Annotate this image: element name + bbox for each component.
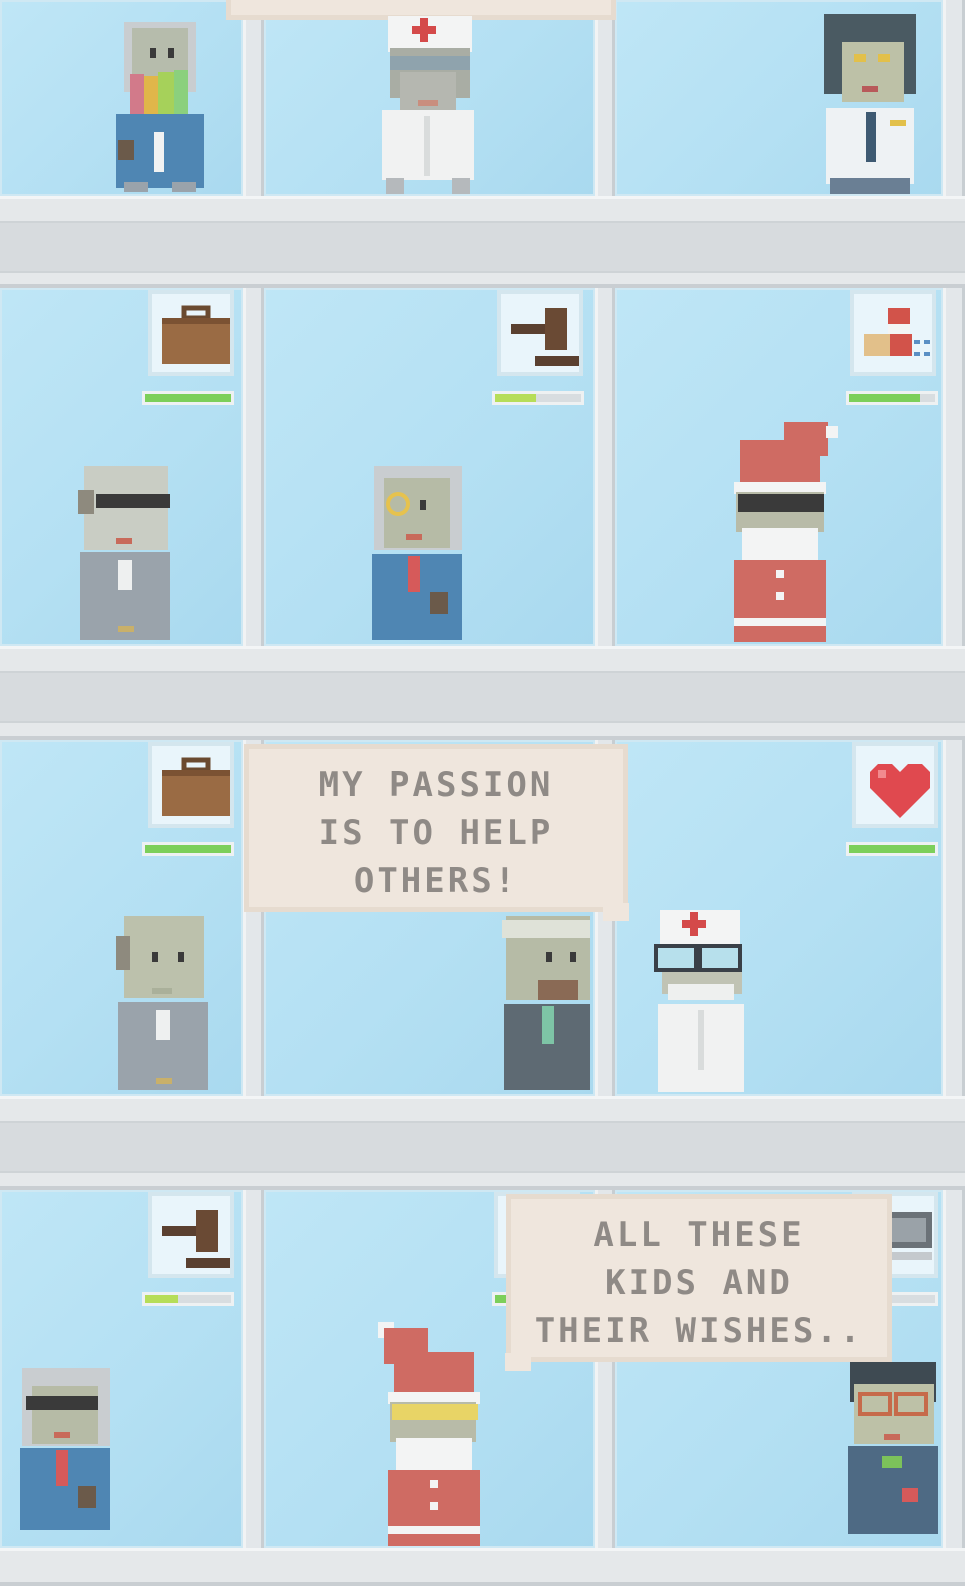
pillar xyxy=(243,1190,264,1548)
pillar xyxy=(943,1190,965,1548)
job-icon-box[interactable] xyxy=(148,1192,234,1278)
job-icon-box[interactable] xyxy=(148,290,234,376)
santa-sleigh-icon xyxy=(864,308,930,356)
floor-slab xyxy=(0,1096,965,1190)
character-bald-gray-suit[interactable] xyxy=(116,914,212,1100)
floor-slab xyxy=(0,1548,965,1586)
character-glasses-sweater[interactable] xyxy=(846,1360,940,1542)
speech-line: IS TO HELP xyxy=(318,813,554,853)
speech-bubble-wishes[interactable]: ALL THESE KIDS AND THEIR WISHES.. xyxy=(505,1194,892,1371)
job-progress-bar xyxy=(846,842,938,856)
character-santa-sunglasses[interactable] xyxy=(730,422,840,650)
job-progress-bar xyxy=(142,842,234,856)
character-monocle-blue-suit[interactable] xyxy=(370,464,466,650)
pillar xyxy=(243,288,264,646)
building-scene: MY PASSION IS TO HELP OTHERS! ALL THESE … xyxy=(0,0,965,1586)
gavel-icon xyxy=(511,308,579,366)
speech-line: THEIR WISHES.. xyxy=(534,1311,864,1351)
character-santa-yellow-shades[interactable] xyxy=(374,1322,484,1552)
floor-slab xyxy=(0,196,965,288)
speech-line: ALL THESE xyxy=(593,1215,805,1255)
job-icon-box[interactable] xyxy=(148,742,234,828)
pillar xyxy=(243,0,264,196)
job-icon-box[interactable] xyxy=(850,290,936,376)
speech-bubble-passion[interactable]: MY PASSION IS TO HELP OTHERS! xyxy=(244,744,629,921)
gavel-icon xyxy=(162,1210,230,1268)
progress-fill xyxy=(145,845,231,853)
character-doctor-sunglasses[interactable] xyxy=(378,12,478,200)
pillar xyxy=(943,740,965,1096)
speech-line: MY PASSION xyxy=(318,765,554,805)
job-icon-box[interactable] xyxy=(852,742,938,828)
character-dark-hair-pilot[interactable] xyxy=(820,12,920,200)
character-sunglasses-gray-suit[interactable] xyxy=(78,464,174,650)
progress-fill xyxy=(145,394,231,402)
job-icon-box[interactable] xyxy=(497,290,583,376)
briefcase-icon xyxy=(162,305,230,364)
job-progress-bar xyxy=(846,391,938,405)
pillar xyxy=(943,0,965,196)
character-sunglasses-blue-suit[interactable] xyxy=(18,1366,114,1538)
progress-fill xyxy=(495,394,537,402)
job-progress-bar xyxy=(492,391,584,405)
character-rainbow-beard-businessman[interactable] xyxy=(110,14,210,198)
job-progress-bar xyxy=(142,1292,234,1306)
job-progress-bar xyxy=(142,391,234,405)
pillar xyxy=(595,288,615,646)
character-bearded-gray-suit[interactable] xyxy=(502,914,594,1100)
speech-line: OTHERS! xyxy=(353,861,519,901)
floor-slab xyxy=(0,646,965,740)
pillar xyxy=(943,288,965,646)
pillar xyxy=(595,0,615,196)
progress-fill xyxy=(849,845,935,853)
progress-fill xyxy=(145,1295,178,1303)
progress-fill xyxy=(849,394,920,402)
speech-line: KIDS AND xyxy=(605,1263,793,1303)
character-doctor-glasses[interactable] xyxy=(654,908,748,1100)
speech-bubble-tail xyxy=(603,903,629,921)
briefcase-icon xyxy=(162,757,230,816)
heart-icon xyxy=(870,764,930,818)
speech-bubble-tail xyxy=(505,1353,531,1371)
